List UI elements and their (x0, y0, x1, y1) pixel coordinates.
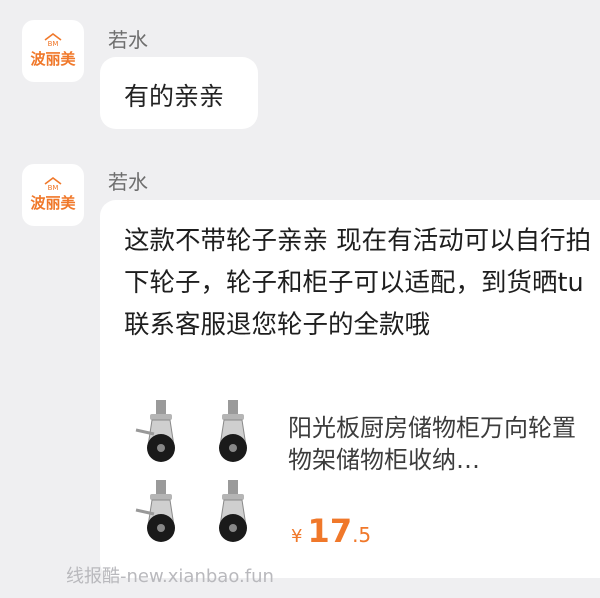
avatar[interactable]: BM 波丽美 (22, 164, 84, 226)
watermark-text: 线报酷-new.xianbao.fun (66, 566, 274, 587)
brand-logo-text: 波丽美 (30, 194, 76, 212)
house-logo-icon: BM (44, 177, 62, 191)
house-logo-icon: BM (44, 33, 62, 47)
svg-text:BM: BM (48, 40, 59, 47)
currency-symbol: ¥ (291, 526, 303, 547)
message-text: 这款不带轮子亲亲 现在有活动可以自行拍下轮子，轮子和柜子可以适配，到货晒tu联系… (124, 226, 592, 340)
message-bubble[interactable]: 有的亲亲 (100, 57, 258, 129)
product-card[interactable]: 阳光板厨房储物柜万向轮置物架储物柜收纳… ¥ 17.5 (128, 400, 600, 560)
sender-name: 若水 (108, 170, 148, 194)
brand-logo-text: 波丽美 (30, 50, 76, 68)
product-title[interactable]: 阳光板厨房储物柜万向轮置物架储物柜收纳… (288, 412, 588, 476)
price-decimal: .5 (352, 523, 372, 547)
caster-wheels-icon (135, 400, 247, 542)
message-text: 有的亲亲 (124, 82, 225, 111)
sender-name: 若水 (108, 28, 148, 52)
avatar[interactable]: BM 波丽美 (22, 20, 84, 82)
price-integer: 17 (307, 512, 353, 550)
svg-text:BM: BM (48, 184, 59, 191)
product-price: ¥ 17.5 (291, 512, 371, 550)
